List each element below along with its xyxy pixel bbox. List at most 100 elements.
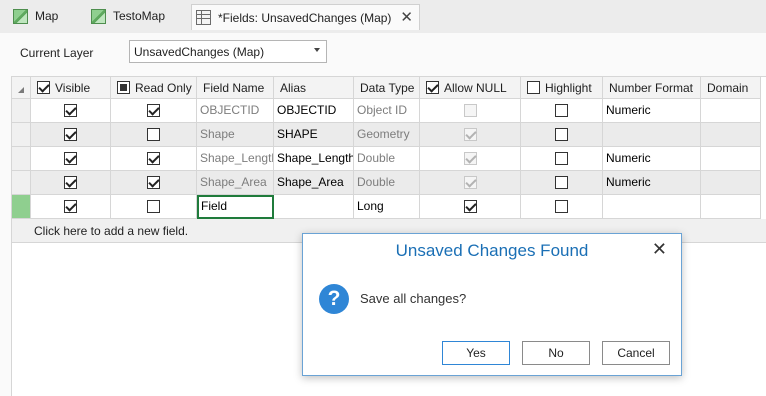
column-header-label: Highlight: [545, 80, 592, 95]
row-header[interactable]: [12, 147, 31, 171]
number-format-cell[interactable]: Numeric: [603, 147, 701, 171]
highlight-checkbox[interactable]: [555, 200, 568, 213]
tab-label: *Fields: UnsavedChanges (Map): [218, 10, 392, 25]
allow-null-checkbox[interactable]: [463, 200, 477, 213]
highlight-all-checkbox[interactable]: [527, 81, 540, 94]
visible-cell[interactable]: [31, 195, 111, 219]
data-type-cell[interactable]: Long: [354, 195, 420, 219]
allow-null-cell[interactable]: [420, 195, 521, 219]
data-type-cell[interactable]: Double: [354, 147, 420, 171]
read-only-cell[interactable]: [111, 195, 197, 219]
visible-checkbox[interactable]: [64, 104, 77, 117]
visible-cell[interactable]: [31, 171, 111, 195]
close-icon[interactable]: ✕: [652, 239, 667, 260]
highlight-checkbox[interactable]: [555, 152, 568, 165]
table-row[interactable]: Shape SHAPE Geometry: [12, 123, 766, 147]
field-name-cell[interactable]: Shape: [197, 123, 274, 147]
data-type-cell[interactable]: Object ID: [354, 99, 420, 123]
table-row[interactable]: OBJECTID OBJECTID Object ID Numeric: [12, 99, 766, 123]
allow-null-cell[interactable]: [420, 123, 521, 147]
data-type-cell[interactable]: Geometry: [354, 123, 420, 147]
column-header-read-only[interactable]: Read Only: [111, 77, 197, 99]
number-format-cell[interactable]: [603, 195, 701, 219]
highlight-cell[interactable]: [521, 99, 603, 123]
row-header[interactable]: [12, 171, 31, 195]
no-button[interactable]: No: [522, 341, 590, 365]
domain-cell[interactable]: [701, 195, 761, 219]
domain-cell[interactable]: [701, 147, 761, 171]
cancel-button[interactable]: Cancel: [602, 341, 670, 365]
column-header-data-type[interactable]: Data Type: [354, 77, 420, 99]
alias-cell[interactable]: Shape_Area: [274, 171, 354, 195]
column-header-alias[interactable]: Alias: [274, 77, 354, 99]
read-only-cell[interactable]: [111, 171, 197, 195]
current-layer-dropdown[interactable]: UnsavedChanges (Map): [129, 40, 327, 63]
read-only-checkbox[interactable]: [147, 152, 160, 165]
visible-checkbox[interactable]: [64, 152, 77, 165]
alias-cell[interactable]: SHAPE: [274, 123, 354, 147]
visible-checkbox[interactable]: [64, 176, 77, 189]
highlight-cell[interactable]: [521, 171, 603, 195]
column-header-allow-null[interactable]: Allow NULL: [420, 77, 521, 99]
highlight-cell[interactable]: [521, 123, 603, 147]
visible-checkbox[interactable]: [64, 200, 77, 213]
highlight-checkbox[interactable]: [555, 104, 568, 117]
visible-checkbox[interactable]: [64, 128, 77, 141]
read-only-checkbox[interactable]: [147, 104, 160, 117]
tab-map[interactable]: Map: [13, 5, 58, 27]
read-only-cell[interactable]: [111, 123, 197, 147]
column-header-highlight[interactable]: Highlight: [521, 77, 603, 99]
visible-cell[interactable]: [31, 123, 111, 147]
allow-null-all-checkbox[interactable]: [426, 81, 439, 94]
read-only-cell[interactable]: [111, 147, 197, 171]
row-header[interactable]: [12, 195, 31, 219]
visible-all-checkbox[interactable]: [37, 81, 50, 94]
field-name-cell[interactable]: Shape_Length: [197, 147, 274, 171]
tab-testomap[interactable]: TestoMap: [91, 5, 165, 27]
domain-cell[interactable]: [701, 123, 761, 147]
table-row[interactable]: Field Long: [12, 195, 766, 219]
column-header-visible[interactable]: Visible: [31, 77, 111, 99]
alias-cell[interactable]: [274, 195, 354, 219]
row-header[interactable]: [12, 123, 31, 147]
visible-cell[interactable]: [31, 99, 111, 123]
number-format-cell[interactable]: Numeric: [603, 99, 701, 123]
close-icon[interactable]: ✕: [400, 10, 413, 25]
read-only-checkbox[interactable]: [147, 200, 160, 213]
number-format-cell[interactable]: [603, 123, 701, 147]
highlight-cell[interactable]: [521, 195, 603, 219]
select-all-corner[interactable]: [12, 77, 31, 99]
column-header-domain[interactable]: Domain: [701, 77, 761, 99]
read-only-checkbox[interactable]: [147, 176, 160, 189]
allow-null-cell[interactable]: [420, 147, 521, 171]
table-row[interactable]: Shape_Length Shape_Length Double Numeric: [12, 147, 766, 171]
alias-cell[interactable]: Shape_Length: [274, 147, 354, 171]
dialog-message: Save all changes?: [360, 291, 467, 306]
data-type-cell[interactable]: Double: [354, 171, 420, 195]
column-header-number-format[interactable]: Number Format: [603, 77, 701, 99]
number-format-cell[interactable]: Numeric: [603, 171, 701, 195]
map-icon: [91, 8, 106, 24]
read-only-cell[interactable]: [111, 99, 197, 123]
highlight-checkbox[interactable]: [555, 176, 568, 189]
domain-cell[interactable]: [701, 171, 761, 195]
read-only-checkbox[interactable]: [147, 128, 160, 141]
domain-cell[interactable]: [701, 99, 761, 123]
table-row[interactable]: Shape_Area Shape_Area Double Numeric: [12, 171, 766, 195]
field-name-cell[interactable]: Shape_Area: [197, 171, 274, 195]
read-only-all-checkbox[interactable]: [117, 81, 130, 94]
row-header[interactable]: [12, 99, 31, 123]
alias-cell[interactable]: OBJECTID: [274, 99, 354, 123]
allow-null-cell[interactable]: [420, 99, 521, 123]
highlight-checkbox[interactable]: [555, 128, 568, 141]
tab-fields-view[interactable]: *Fields: UnsavedChanges (Map) ✕: [191, 4, 420, 30]
highlight-cell[interactable]: [521, 147, 603, 171]
map-icon: [13, 8, 28, 24]
visible-cell[interactable]: [31, 147, 111, 171]
column-header-field-name[interactable]: Field Name: [197, 77, 274, 99]
yes-button[interactable]: Yes: [442, 341, 510, 365]
add-new-field-text: Click here to add a new field.: [34, 224, 189, 238]
allow-null-cell[interactable]: [420, 171, 521, 195]
field-name-cell[interactable]: OBJECTID: [197, 99, 274, 123]
field-name-cell[interactable]: Field: [197, 195, 274, 219]
